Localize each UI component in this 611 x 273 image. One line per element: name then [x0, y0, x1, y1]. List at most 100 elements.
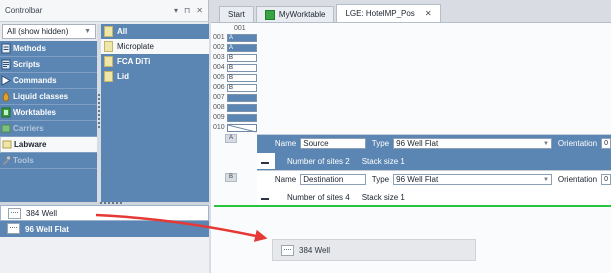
item-label: 96 Well Flat — [25, 224, 69, 234]
labware-item-96-well-flat[interactable]: 96 Well Flat — [0, 221, 209, 237]
site-b-number-of-sites: Number of sites 4 — [287, 192, 350, 202]
rack-slot[interactable]: A — [227, 34, 257, 42]
rack-row[interactable]: 004 B — [213, 64, 261, 73]
collapse-icon[interactable] — [257, 153, 275, 169]
rack-slot[interactable]: B — [227, 54, 257, 62]
row-number: 005 — [213, 74, 225, 81]
rack-slot[interactable]: B — [227, 74, 257, 82]
category-liquid-classes[interactable]: Liquid classes — [0, 89, 97, 105]
subcategory-lid[interactable]: Lid — [101, 69, 209, 84]
category-label: Methods — [13, 44, 46, 53]
rack-row[interactable]: 007 — [213, 94, 261, 103]
rack-slot[interactable]: B — [227, 64, 257, 72]
site-a-number-of-sites: Number of sites 2 — [287, 156, 350, 166]
methods-icon — [1, 43, 11, 54]
rack-slot[interactable] — [227, 94, 257, 102]
microplate-icon — [7, 223, 20, 234]
site-b-info: Number of sites 4 Stack size 1 — [257, 188, 611, 206]
category-methods[interactable]: Methods — [0, 41, 97, 57]
tab-label: LGE: HotelMP_Pos — [345, 9, 415, 18]
dragged-item-label: 384 Well — [299, 245, 330, 255]
chevron-down-icon: ▼ — [542, 140, 549, 147]
category-label: Worktables — [13, 108, 56, 117]
site-a-orientation-field[interactable]: 0 — [601, 138, 611, 149]
rack-row[interactable]: 005 B — [213, 74, 261, 83]
subcategory-list: All Microplate FCA DiTi Lid — [101, 24, 209, 202]
site-a-info: Number of sites 2 Stack size 1 — [257, 152, 611, 170]
subcategory-fca-diti[interactable]: FCA DiTi — [101, 54, 209, 69]
rack-row[interactable]: 009 — [213, 114, 261, 123]
collapse-icon[interactable] — [257, 189, 275, 205]
row-number: 002 — [213, 44, 225, 51]
rack-slot[interactable]: B — [227, 84, 257, 92]
site-a-properties: Name Source Type 96 Well Flat ▼ Orientat… — [257, 134, 611, 152]
site-a-stack-size: Stack size 1 — [361, 156, 405, 166]
category-worktables[interactable]: Worktables — [0, 105, 97, 121]
microplate-icon — [8, 208, 21, 219]
rack-slot[interactable] — [227, 104, 257, 112]
tools-icon — [2, 155, 11, 166]
dragged-labware-item[interactable]: 384 Well — [272, 239, 476, 261]
category-labware[interactable]: Labware — [0, 137, 97, 153]
item-label: 384 Well — [26, 208, 57, 218]
labware-item-384-well[interactable]: 384 Well — [0, 205, 209, 221]
labware-icon — [104, 56, 113, 67]
rack-slot[interactable]: A — [227, 44, 257, 52]
subcategory-microplate[interactable]: Microplate — [101, 39, 209, 54]
tab-start[interactable]: Start — [219, 6, 254, 22]
rack-row[interactable]: 001 A — [213, 34, 261, 43]
row-number: 010 — [213, 124, 225, 131]
category-commands[interactable]: Commands — [0, 73, 97, 89]
category-tools[interactable]: Tools — [0, 153, 97, 169]
tab-hotelmp-pos[interactable]: LGE: HotelMP_Pos ✕ — [336, 4, 441, 22]
labware-icon — [2, 140, 12, 149]
name-label: Name — [274, 175, 297, 184]
name-label: Name — [274, 139, 297, 148]
liquid-drop-icon — [2, 91, 10, 102]
dropdown-icon[interactable]: ▾ — [174, 6, 178, 15]
category-carriers[interactable]: Carriers — [0, 121, 97, 137]
row-number: 008 — [213, 104, 225, 111]
site-b-orientation-field[interactable]: 0 — [601, 174, 611, 185]
rack-row[interactable]: 008 — [213, 104, 261, 113]
site-tag-a[interactable]: A — [225, 134, 237, 143]
row-number: 003 — [213, 54, 225, 61]
row-number: 007 — [213, 94, 225, 101]
site-b-name-field[interactable]: Destination — [300, 174, 366, 185]
rack-row[interactable]: 006 B — [213, 84, 261, 93]
subcategory-all[interactable]: All — [101, 24, 209, 39]
labware-icon — [104, 41, 113, 52]
splitter-grip — [100, 202, 124, 204]
category-list: Methods Scripts Commands Liquid classes … — [0, 41, 97, 169]
worktable-green-icon — [264, 9, 275, 20]
rack-slot[interactable] — [227, 114, 257, 122]
hotel-rack: 001 001 A 002 A 003 B 004 B 005 B 006 B … — [213, 25, 261, 149]
rack-slot[interactable] — [227, 124, 257, 132]
pin-icon[interactable]: ⊓ — [184, 6, 190, 15]
category-label: Labware — [14, 140, 47, 149]
site-a-type-combo[interactable]: 96 Well Flat ▼ — [393, 138, 552, 149]
chevron-down-icon: ▼ — [542, 176, 549, 183]
site-b-type-combo[interactable]: 96 Well Flat ▼ — [393, 174, 552, 185]
rack-row[interactable]: 010 — [213, 124, 261, 133]
filter-dropdown[interactable]: All (show hidden) ▼ — [2, 24, 96, 39]
splitter-grip — [98, 94, 100, 130]
tab-label: Start — [228, 10, 245, 19]
site-a-name-field[interactable]: Source — [300, 138, 366, 149]
labware-editor-canvas[interactable]: 001 001 A 002 A 003 B 004 B 005 B 006 B … — [211, 22, 611, 273]
controlbar-panel: Controlbar ▾ ⊓ ✕ All (show hidden) ▼ Met… — [0, 0, 209, 273]
controlbar-titlebar: Controlbar ▾ ⊓ ✕ — [0, 0, 208, 22]
carrier-icon — [1, 124, 11, 133]
document-area: Start MyWorktable LGE: HotelMP_Pos ✕ 001… — [211, 0, 611, 273]
close-icon[interactable]: ✕ — [196, 6, 203, 15]
tab-myworktable[interactable]: MyWorktable — [255, 6, 335, 22]
spacer — [257, 171, 269, 188]
scripts-icon — [1, 59, 11, 70]
rack-row[interactable]: 003 B — [213, 54, 261, 63]
rack-row[interactable]: 002 A — [213, 44, 261, 53]
category-scripts[interactable]: Scripts — [0, 57, 97, 73]
close-tab-icon[interactable]: ✕ — [425, 9, 432, 18]
category-label: Liquid classes — [13, 92, 69, 101]
site-tag-b[interactable]: B — [225, 173, 237, 182]
subcategory-label: Lid — [117, 72, 129, 81]
